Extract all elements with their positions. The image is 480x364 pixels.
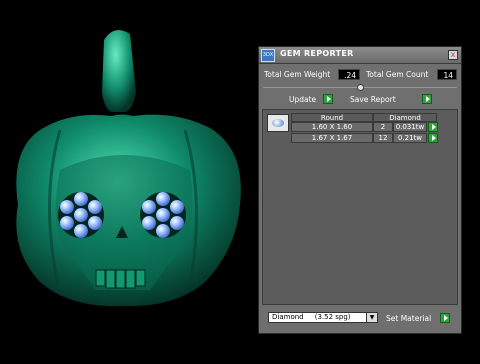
material-select-value: Diamond (3.52 spg): [272, 313, 351, 321]
close-icon[interactable]: x: [448, 50, 458, 60]
total-gem-weight-label: Total Gem Weight: [264, 70, 331, 79]
collapse-toggle[interactable]: ^: [357, 84, 364, 91]
material-bar: Diamond (3.52 spg) ▼ Set Material: [262, 309, 458, 329]
round-gem-icon[interactable]: [267, 114, 289, 132]
total-gem-count-value: 14: [437, 69, 457, 80]
row-2-weight: 0.21tw: [393, 133, 427, 143]
gem-list: Round Diamond 1.60 X 1.60 2 0.031tw 1.67…: [262, 109, 458, 305]
set-material-label: Set Material: [386, 314, 432, 323]
update-button[interactable]: [323, 94, 333, 104]
left-eye-gems: [58, 192, 104, 238]
row-2-select-button[interactable]: [428, 133, 438, 143]
save-report-button[interactable]: [422, 94, 432, 104]
set-material-button[interactable]: [440, 313, 450, 323]
panel-titlebar[interactable]: 3DX GEM REPORTER x: [259, 47, 461, 64]
row-2-size: 1.67 X 1.67: [291, 133, 373, 143]
header-shape: Round: [291, 113, 373, 122]
chevron-down-icon[interactable]: ▼: [366, 313, 377, 322]
total-gem-count-label: Total Gem Count: [366, 70, 429, 79]
right-eye-gems: [140, 192, 186, 238]
row-1-weight: 0.031tw: [393, 122, 427, 132]
app-icon: 3DX: [261, 49, 275, 62]
material-select[interactable]: Diamond (3.52 spg) ▼: [268, 312, 378, 323]
gem-reporter-panel: 3DX GEM REPORTER x Total Gem Weight .24 …: [258, 46, 462, 334]
row-1-select-button[interactable]: [428, 122, 438, 132]
panel-title: GEM REPORTER: [280, 49, 354, 58]
update-label: Update: [289, 95, 317, 104]
save-report-label: Save Report: [350, 95, 396, 104]
header-material: Diamond: [373, 113, 437, 122]
total-gem-weight-value: .24: [338, 69, 360, 80]
row-2-count: 12: [373, 133, 393, 143]
row-1-size: 1.60 X 1.60: [291, 122, 373, 132]
row-1-count: 2: [373, 122, 393, 132]
